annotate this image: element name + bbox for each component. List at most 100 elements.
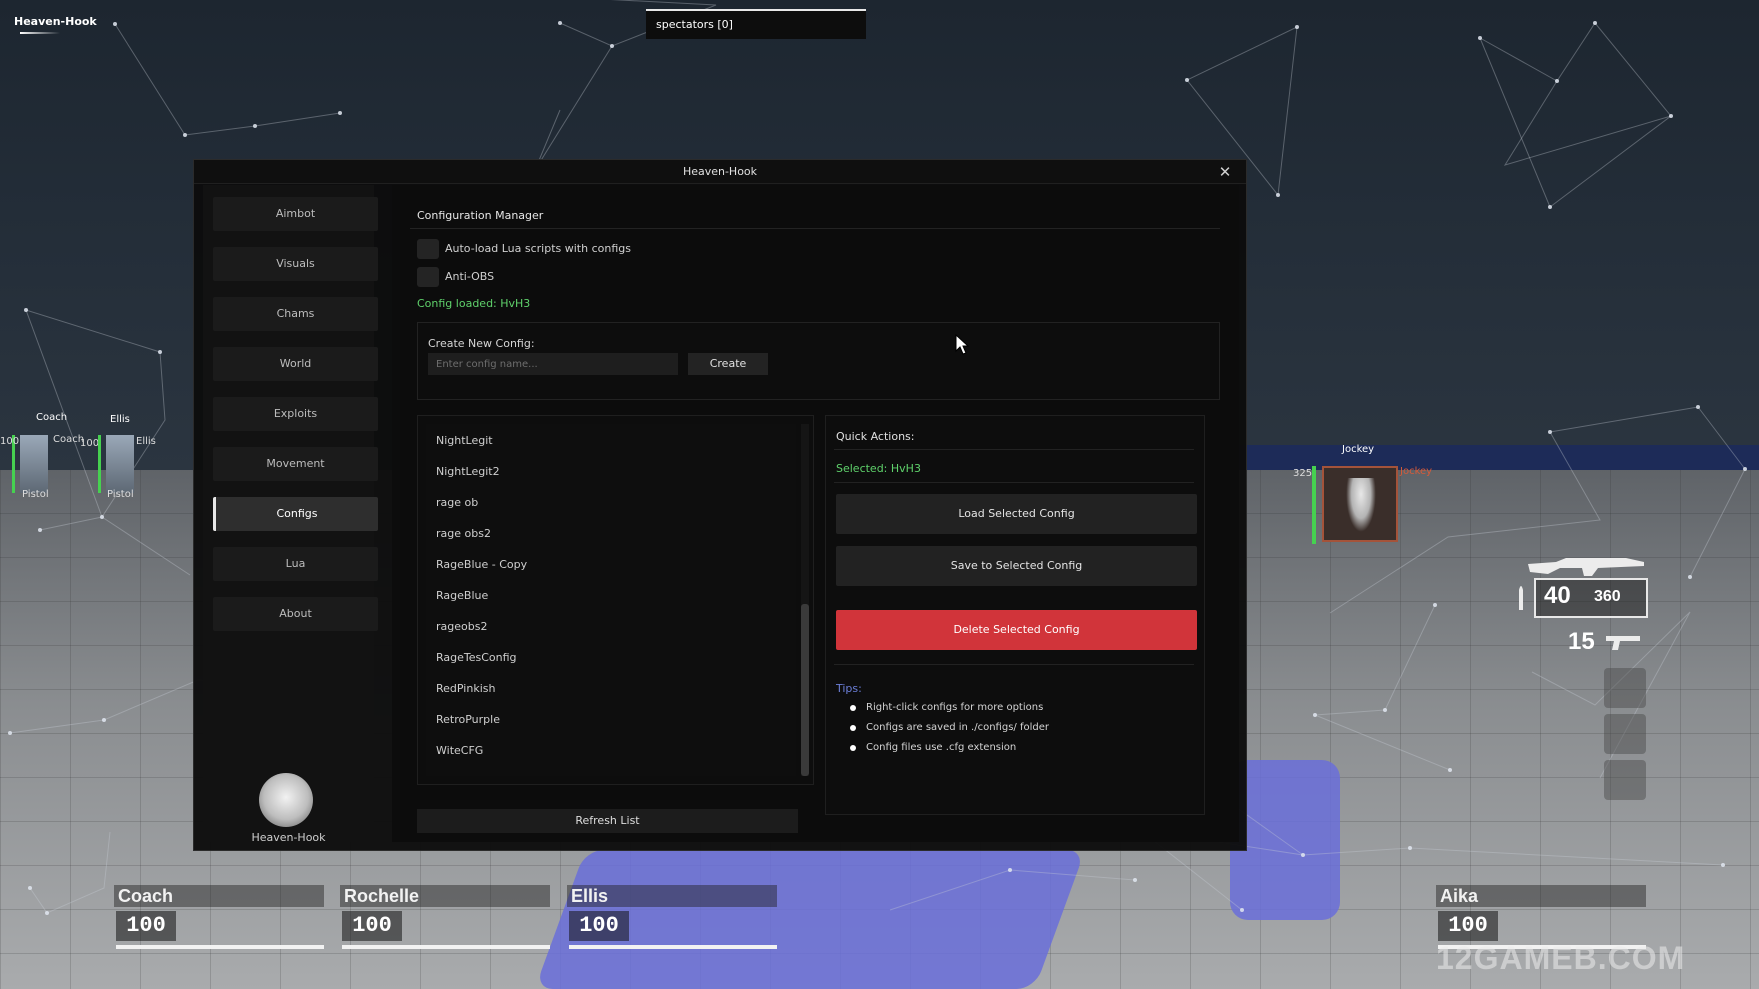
enemy-portrait [1322,466,1398,542]
heaven-hook-logo-icon [259,773,313,827]
enemy-hp: 325 [1293,468,1313,479]
team-name: Aika [1436,885,1646,907]
coach-portrait [20,435,48,493]
checkbox[interactable] [417,267,439,287]
team-hp: 100 [569,911,629,941]
cheat-watermark: Heaven-Hook [14,15,97,28]
option-label: Anti-OBS [445,270,495,283]
pistol-icon [1606,636,1640,650]
delete-config-button[interactable]: Delete Selected Config [836,610,1197,650]
enemy-overhead-label: Jockey [1342,444,1375,455]
bullet-icon [850,745,856,751]
grenade-slot-icon [1604,668,1646,708]
ellis-weapon: Pistol [107,489,134,500]
ellis-health-bar [98,435,101,493]
team-card-coach: Coach 100 [114,885,324,949]
load-config-button[interactable]: Load Selected Config [836,494,1197,534]
secondary-ammo: 15 [1568,628,1595,655]
checkbox[interactable] [417,239,439,259]
config-list-item[interactable]: RedPinkish [436,682,495,695]
option-label: Auto-load Lua scripts with configs [445,242,631,255]
save-config-button[interactable]: Save to Selected Config [836,546,1197,586]
team-name: Rochelle [340,885,550,907]
team-card-rochelle: Rochelle 100 [340,885,550,949]
bullet-icon [1519,586,1523,610]
ammo-box: 40 360 [1534,578,1648,618]
tip-item: Config files use .cfg extension [850,742,1017,753]
ellis-portrait [106,435,134,493]
scrollbar-thumb[interactable] [801,604,809,776]
nav-world[interactable]: World [213,347,378,381]
ammo-reserve: 360 [1594,588,1621,605]
nav-exploits[interactable]: Exploits [213,397,378,431]
coach-weapon: Pistol [22,489,49,500]
config-list-item[interactable]: RageBlue [436,589,488,602]
tip-text: Config files use .cfg extension [866,742,1017,753]
coach-hp-small: 100 [0,436,20,447]
cheat-menu-window: Heaven-Hook ✕ Aimbot Visuals Chams World… [193,159,1247,851]
pills-slot-icon [1604,760,1646,800]
nav-movement[interactable]: Movement [213,447,378,481]
site-watermark: 12GAMEB.COM [1436,940,1686,976]
ellis-tag: Ellis [136,436,156,447]
team-health-bar [116,945,324,949]
divider [834,482,1194,483]
divider [834,664,1194,665]
config-list-item[interactable]: RageTesConfig [436,651,517,664]
tip-item: Right-click configs for more options [850,702,1043,713]
quick-actions-box: Quick Actions: Selected: HvH3 Load Selec… [825,415,1205,815]
nav-configs[interactable]: Configs [213,497,378,531]
config-list-item[interactable]: RageBlue - Copy [436,558,527,571]
tips-title: Tips: [836,682,862,695]
divider [834,449,1194,450]
config-list-box: NightLegit NightLegit2 rage ob rage obs2… [417,415,814,785]
ammo-clip: 40 [1544,582,1571,609]
nav-aimbot[interactable]: Aimbot [213,197,378,231]
nav-lua[interactable]: Lua [213,547,378,581]
rifle-icon [1528,558,1644,576]
config-status: Config loaded: HvH3 [417,297,531,310]
mouse-cursor-icon [955,334,969,355]
team-hp: 100 [1438,911,1498,941]
config-list-item[interactable]: NightLegit [436,434,493,447]
selected-config: Selected: HvH3 [836,462,921,475]
coach-overhead-label: Coach [36,412,68,423]
refresh-list-button[interactable]: Refresh List [417,809,798,833]
bullet-icon [850,725,856,731]
enemy-tag: Jockey [1400,466,1433,477]
config-list-scrollbar[interactable] [801,424,809,776]
config-name-input[interactable] [428,353,678,375]
logo-label: Heaven-Hook [251,831,326,844]
window-title: Heaven-Hook [194,160,1246,184]
tip-text: Configs are saved in ./configs/ folder [866,722,1049,733]
quick-actions-title: Quick Actions: [836,430,915,443]
config-list-item[interactable]: RetroPurple [436,713,500,726]
spectators-panel: spectators [0] [646,9,866,39]
nav-chams[interactable]: Chams [213,297,378,331]
config-list-item[interactable]: rageobs2 [436,620,487,633]
create-button[interactable]: Create [688,353,768,375]
nav-visuals[interactable]: Visuals [213,247,378,281]
team-name: Coach [114,885,324,907]
nav-about[interactable]: About [213,597,378,631]
bullet-icon [850,705,856,711]
tip-item: Configs are saved in ./configs/ folder [850,722,1049,733]
create-config-box: Create New Config: Create [417,322,1220,400]
sidebar: Aimbot Visuals Chams World Exploits Move… [203,185,378,844]
config-list: NightLegit NightLegit2 rage ob rage obs2… [426,424,796,776]
config-list-item[interactable]: rage ob [436,496,478,509]
team-health-bar [342,945,550,949]
config-list-item[interactable]: WiteCFG [436,744,483,757]
ellis-hp-small: 100 [80,438,100,449]
close-icon[interactable]: ✕ [1216,163,1234,181]
create-label: Create New Config: [428,337,535,350]
enemy-health-bar [1312,466,1316,544]
team-hp: 100 [116,911,176,941]
config-list-item[interactable]: NightLegit2 [436,465,500,478]
team-name: Ellis [567,885,777,907]
section-title: Configuration Manager [417,209,544,222]
team-card-ellis: Ellis 100 [567,885,777,949]
configs-panel: Configuration Manager Auto-load Lua scri… [392,185,1239,842]
medkit-slot-icon [1604,714,1646,754]
config-list-item[interactable]: rage obs2 [436,527,491,540]
